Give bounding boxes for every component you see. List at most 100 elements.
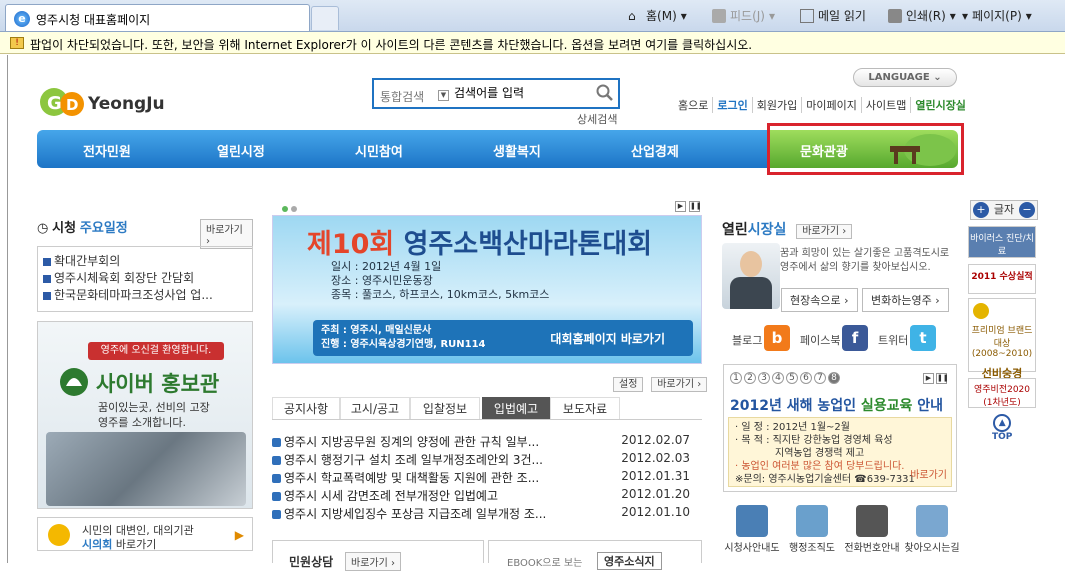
pause-icon[interactable]: ❚❚ <box>936 373 949 384</box>
promo-collage-image <box>46 432 246 506</box>
tab-title: 영주시청 대표홈페이지 <box>36 13 151 27</box>
search-category-select[interactable]: 통합검색 <box>380 88 424 105</box>
twitter-icon[interactable]: t <box>910 325 936 351</box>
list-item[interactable]: 한국문화테마파크조성사업 업... <box>43 287 247 304</box>
cyber-promo-banner[interactable]: 영주에 오신걸 환영합니다. 사이버 홍보관 꿈이있는곳, 선비의 고장 영주를 … <box>37 321 253 509</box>
plus-icon[interactable]: + <box>973 202 989 218</box>
org-chart-link[interactable]: 행정조직도 <box>782 505 842 554</box>
top-link-mayor[interactable]: 열린시장실 <box>910 97 970 113</box>
site-logo[interactable]: G D YeongJu <box>38 80 178 120</box>
hall-map-link[interactable]: 시청사안내도 <box>722 505 782 554</box>
consult-more-button[interactable]: 바로가기 › <box>345 552 401 571</box>
top-link-mypage[interactable]: 마이페이지 <box>801 97 861 113</box>
chevron-down-icon: ⌄ <box>933 72 942 83</box>
font-size-control: + 글자 − <box>970 200 1038 220</box>
print-button[interactable]: 인쇄(R) ▾ <box>888 7 956 24</box>
marathon-info: 일시 : 2012년 4월 1일 장소 : 영주시민운동장 종목 : 풀코스, … <box>331 260 550 301</box>
arrow-right-icon: ▶ <box>234 528 244 542</box>
menu-open-admin[interactable]: 열린시정 <box>217 141 265 160</box>
advanced-search-link[interactable]: 상세검색 <box>577 111 617 127</box>
vision-2020-link[interactable]: 영주비전2020 (1차년도) <box>968 378 1036 408</box>
blocked-icon: ! <box>10 37 24 49</box>
chevron-down-icon: ▾ <box>949 8 956 23</box>
map-magnifier-icon <box>916 505 948 537</box>
mayor-header: 열린시장실 바로가기 › <box>722 219 853 239</box>
scroll-top-button[interactable]: ▲ TOP <box>992 414 1012 442</box>
mayor-message: 꿈과 희망이 있는 살기좋은 고품격도시로 영주에서 삶의 향기를 찾아보십시오… <box>780 248 950 273</box>
top-link-login[interactable]: 로그인 <box>712 97 751 113</box>
menu-participation[interactable]: 시민참여 <box>355 141 403 160</box>
table-row[interactable]: 영주시 학교폭력예방 및 대책활동 지원에 관한 조... 2012.01.31 <box>272 468 702 486</box>
slide-indicator[interactable] <box>282 201 300 215</box>
language-select[interactable]: LANGUAGE ⌄ <box>853 68 957 87</box>
feeds-button[interactable]: 피드(J) ▾ <box>712 7 775 24</box>
clock-icon: ◷ <box>37 221 49 236</box>
tab-notice[interactable]: 공지사항 <box>272 397 340 419</box>
phone-directory-link[interactable]: 전화번호안내 <box>842 505 902 554</box>
list-item[interactable]: 확대간부회의 <box>43 253 247 270</box>
top-link-join[interactable]: 회원가입 <box>751 97 801 113</box>
pause-icon[interactable]: ❚❚ <box>689 201 702 212</box>
board-tabs: 공지사항 고시/공고 입찰정보 입법예고 보도자료 <box>272 397 702 420</box>
directions-link[interactable]: 찾아오시는길 <box>902 505 962 554</box>
marathon-banner[interactable]: 제10회 영주소백산마라톤대회 일시 : 2012년 4월 1일 장소 : 영주… <box>272 215 702 364</box>
field-visit-button[interactable]: 현장속으로 › <box>781 288 858 312</box>
browser-tab[interactable]: e 영주시청 대표홈페이지 <box>5 4 310 31</box>
mayor-more-button[interactable]: 바로가기 › <box>796 224 853 239</box>
leaf-logo-icon <box>60 368 88 396</box>
menu-e-civil[interactable]: 전자민원 <box>83 141 131 160</box>
home-button[interactable]: ⌂ 홈(M) ▾ <box>628 7 687 24</box>
board-more-button[interactable]: 바로가기 › <box>651 377 708 392</box>
brand-award-badge[interactable]: 프리미엄 브랜드대상 (2008~2010) 선비숭경 <box>968 298 1036 380</box>
medal-icon <box>973 303 989 319</box>
play-icon[interactable]: ▶ <box>675 201 686 212</box>
council-link[interactable]: 시민의 대변인, 대의기관 시의회 바로가기 ▶ <box>37 517 253 551</box>
newsletter-link[interactable]: 영주소식지 <box>597 552 662 570</box>
info-bar[interactable]: ! 팝업이 차단되었습니다. 또한, 보안을 위해 Internet Explo… <box>0 32 1065 54</box>
schedule-header: ◷ 시청 주요일정 바로가기 › <box>37 217 253 249</box>
edu-more-link[interactable]: 바로가기 <box>910 469 947 482</box>
tab-legislation[interactable]: 입법예고 <box>482 397 550 419</box>
chevron-down-icon: ▾ <box>680 8 687 23</box>
top-link-home[interactable]: 홈으로 <box>674 97 712 113</box>
menu-economy[interactable]: 산업경제 <box>631 141 679 160</box>
table-row[interactable]: 영주시 지방공무원 징계의 양정에 관한 규칙 일부... 2012.02.07 <box>272 432 702 450</box>
board-controls: 설정 바로가기 › <box>613 375 708 392</box>
schedule-title-a: 시청 <box>52 221 77 236</box>
farming-education-banner[interactable]: 12345678 ▶ ❚❚ 2012년 새해 농업인 실용교육 안내 · 일 정… <box>723 364 957 492</box>
top-links: 홈으로 로그인 회원가입 마이페이지 사이트맵 열린시장실 <box>674 97 970 113</box>
schedule-more-button[interactable]: 바로가기 › <box>200 219 253 249</box>
schedule-title-b: 주요일정 <box>79 221 128 236</box>
search-icon[interactable] <box>596 84 614 102</box>
play-icon[interactable]: ▶ <box>923 373 934 384</box>
chevron-down-icon[interactable]: ▼ <box>438 90 449 101</box>
virus-check-link[interactable]: 바이러스 진단/치료 <box>968 226 1036 258</box>
edu-title: 2012년 새해 농업인 실용교육 안내 <box>730 398 944 414</box>
marathon-strip: 주최 : 영주시, 매일신문사 진행 : 영주시육상경기연맹, RUN114 대회… <box>313 320 693 356</box>
read-mail-button[interactable]: 메일 읽기 <box>800 7 866 24</box>
feed-icon <box>712 8 726 23</box>
printer-icon <box>888 8 902 23</box>
org-chart-icon <box>796 505 828 537</box>
blog-icon[interactable]: b <box>764 325 790 351</box>
tab-bid[interactable]: 입찰정보 <box>410 397 480 419</box>
facebook-icon[interactable]: f <box>842 325 868 351</box>
list-item[interactable]: 영주시체육회 회장단 간담회 <box>43 270 247 287</box>
new-tab-button[interactable] <box>311 6 339 30</box>
page-menu-button[interactable]: ▾ 페이지(P) ▾ <box>962 7 1032 24</box>
marathon-homepage-link[interactable]: 대회홈페이지 바로가기 <box>550 330 665 347</box>
board-settings-button[interactable]: 설정 <box>613 377 644 392</box>
top-link-sitemap[interactable]: 사이트맵 <box>860 97 910 113</box>
tab-press[interactable]: 보도자료 <box>550 397 620 419</box>
changing-yeongju-button[interactable]: 변화하는영주 › <box>862 288 949 312</box>
minus-icon[interactable]: − <box>1019 202 1035 218</box>
consult-title: 민원상담 <box>289 555 334 569</box>
banner-pager[interactable]: 12345678 <box>730 372 842 384</box>
table-row[interactable]: 영주시 행정기구 설치 조례 일부개정조례안외 3건... 2012.02.03 <box>272 450 702 468</box>
awards-link[interactable]: 2011 수상실적 <box>968 264 1036 294</box>
tab-announcement[interactable]: 고시/공고 <box>340 397 410 419</box>
table-row[interactable]: 영주시 시세 감면조례 전부개정안 입법예고 2012.01.20 <box>272 486 702 504</box>
search-input[interactable]: 검색어를 입력 <box>454 84 524 101</box>
table-row[interactable]: 영주시 지방세입징수 포상금 지급조례 일부개정 조... 2012.01.10 <box>272 504 702 522</box>
menu-welfare[interactable]: 생활복지 <box>493 141 541 160</box>
